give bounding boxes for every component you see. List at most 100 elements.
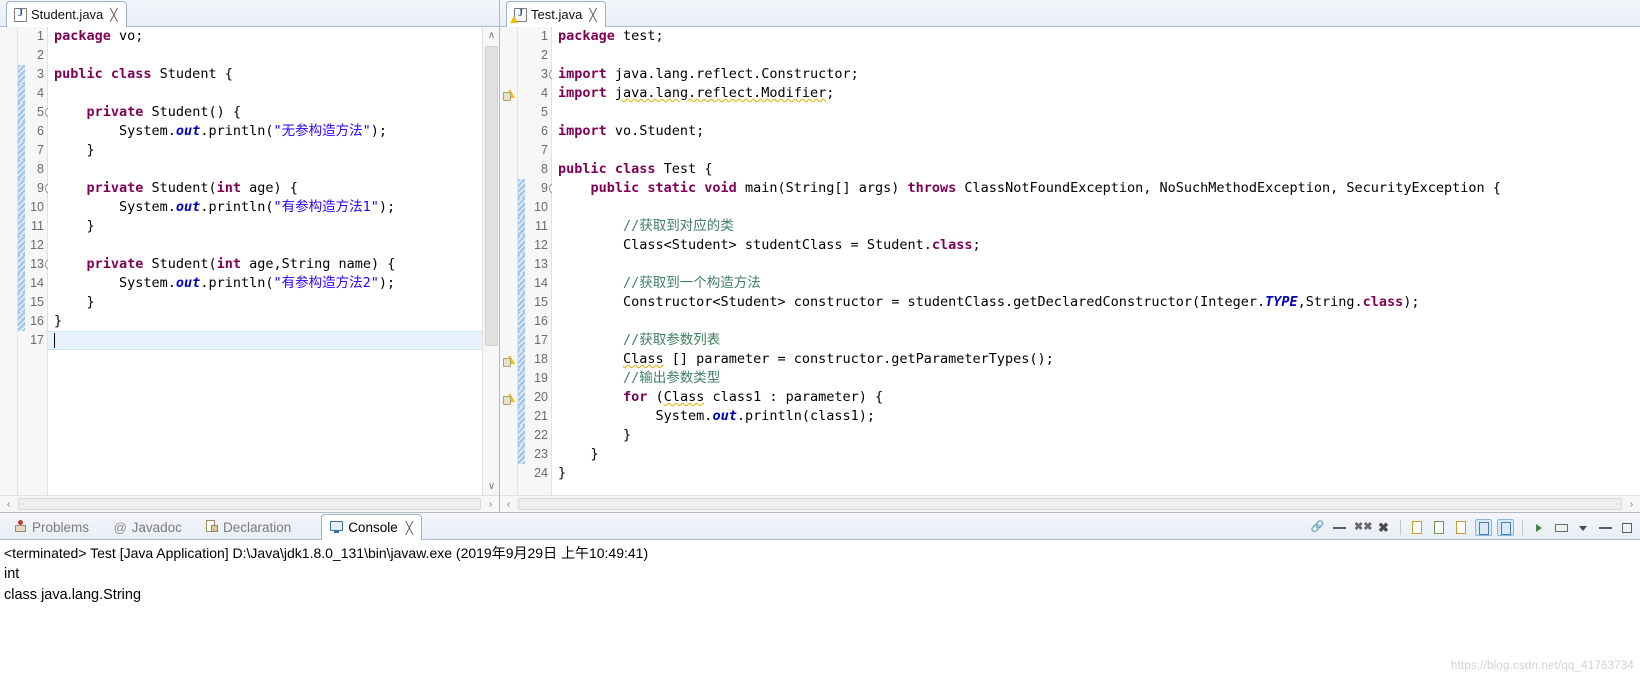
vertical-scrollbar-thumb[interactable]: [485, 46, 498, 346]
line-number: 2: [37, 48, 44, 62]
code-line[interactable]: [558, 103, 1640, 122]
code-line[interactable]: private Student() {: [54, 103, 482, 122]
code-line[interactable]: Constructor<Student> constructor = stude…: [558, 293, 1640, 312]
remove-all-icon[interactable]: ✖: [1375, 519, 1392, 536]
code-content-student[interactable]: package vo; public class Student { priva…: [48, 27, 482, 495]
close-icon[interactable]: ╳: [589, 8, 596, 22]
bottom-tab-declaration[interactable]: Declaration: [197, 515, 299, 540]
code-line[interactable]: //输出参数类型: [558, 369, 1640, 388]
close-icon[interactable]: ╳: [110, 8, 117, 22]
code-token: public class: [558, 161, 656, 177]
scroll-right-icon[interactable]: ›: [482, 496, 499, 513]
code-line[interactable]: [54, 84, 482, 103]
code-line[interactable]: for (Class class1 : parameter) {: [558, 388, 1640, 407]
horizontal-scrollbar-thumb[interactable]: [18, 498, 481, 510]
code-line[interactable]: }: [558, 445, 1640, 464]
scroll-right-icon[interactable]: ›: [1623, 496, 1640, 513]
marker-column-right[interactable]: [500, 27, 518, 495]
bottom-tab-console[interactable]: Console ╳: [321, 514, 422, 540]
change-indicator-bar: [18, 198, 25, 217]
code-token: ;: [972, 237, 981, 253]
code-line[interactable]: }: [54, 217, 482, 236]
maximize-view-icon[interactable]: [1619, 519, 1636, 536]
code-line[interactable]: }: [54, 141, 482, 160]
display-console-icon[interactable]: [1553, 519, 1570, 536]
scroll-left-icon[interactable]: ‹: [0, 496, 17, 513]
editor-tab-test-java[interactable]: Test.java ╳: [506, 1, 606, 27]
code-line[interactable]: private Student(int age) {: [54, 179, 482, 198]
code-line[interactable]: [54, 331, 482, 350]
code-line[interactable]: [558, 46, 1640, 65]
word-wrap-icon[interactable]: [1453, 519, 1470, 536]
horizontal-scrollbar-right[interactable]: ‹ ›: [500, 495, 1640, 512]
marker-column-left[interactable]: [0, 27, 18, 495]
code-token: );: [370, 123, 387, 139]
editor-body-student[interactable]: 1 2 3 4 5 6 7 8 9 10 11 12 13 14 15 16 17 package vo; pu…: [0, 27, 499, 495]
code-token: private: [86, 256, 144, 272]
scroll-up-icon[interactable]: ∧: [483, 27, 499, 44]
code-line[interactable]: }: [558, 464, 1640, 483]
open-console-icon[interactable]: [1531, 519, 1548, 536]
code-line[interactable]: [558, 141, 1640, 160]
editor-tab-student-java[interactable]: Student.java ╳: [6, 1, 127, 27]
menu-dropdown-icon[interactable]: [1575, 519, 1592, 536]
code-line[interactable]: public static void main(String[] args) t…: [558, 179, 1640, 198]
code-line[interactable]: import vo.Student;: [558, 122, 1640, 141]
code-line[interactable]: }: [558, 426, 1640, 445]
link-icon[interactable]: 🔗: [1309, 519, 1326, 536]
code-line[interactable]: [558, 312, 1640, 331]
code-line[interactable]: import java.lang.reflect.Modifier;: [558, 84, 1640, 103]
code-line[interactable]: [558, 255, 1640, 274]
change-indicator-bar: [18, 179, 25, 198]
code-line[interactable]: [54, 160, 482, 179]
code-line[interactable]: [54, 236, 482, 255]
code-line[interactable]: private Student(int age,String name) {: [54, 255, 482, 274]
horizontal-scrollbar-thumb[interactable]: [518, 498, 1622, 510]
vertical-scrollbar-left[interactable]: ∧ ∨: [482, 27, 499, 495]
code-line[interactable]: }: [54, 312, 482, 331]
terminate-icon[interactable]: [1331, 519, 1348, 536]
pin-console-icon[interactable]: [1497, 518, 1514, 536]
code-line[interactable]: System.out.println(class1);: [558, 407, 1640, 426]
code-content-test[interactable]: package test; import java.lang.reflect.C…: [552, 27, 1640, 495]
bottom-tab-problems[interactable]: Problems: [6, 515, 97, 540]
bottom-tab-javadoc[interactable]: @ Javadoc: [106, 515, 190, 540]
close-icon[interactable]: ╳: [406, 521, 413, 535]
code-token: class: [931, 237, 973, 253]
code-line[interactable]: System.out.println("无参构造方法");: [54, 122, 482, 141]
code-line[interactable]: public class Student {: [54, 65, 482, 84]
scroll-left-icon[interactable]: ‹: [500, 496, 517, 513]
code-line[interactable]: //获取到对应的类: [558, 217, 1640, 236]
code-line[interactable]: System.out.println("有参构造方法2");: [54, 274, 482, 293]
warning-marker-icon[interactable]: [503, 87, 516, 101]
code-line[interactable]: }: [54, 293, 482, 312]
java-file-icon: [14, 7, 27, 22]
warning-marker-icon[interactable]: [503, 391, 516, 405]
code-line[interactable]: Class [] parameter = constructor.getPara…: [558, 350, 1640, 369]
show-console-icon[interactable]: [1475, 518, 1492, 536]
line-number: 1: [37, 29, 44, 43]
code-line[interactable]: Class<Student> studentClass = Student.cl…: [558, 236, 1640, 255]
minimize-view-icon[interactable]: [1597, 519, 1614, 536]
code-line[interactable]: package vo;: [54, 27, 482, 46]
code-line[interactable]: package test;: [558, 27, 1640, 46]
clear-console-icon[interactable]: [1409, 519, 1426, 536]
scroll-lock-icon[interactable]: [1431, 519, 1448, 536]
warning-marker-icon[interactable]: [503, 353, 516, 367]
code-line[interactable]: public class Test {: [558, 160, 1640, 179]
code-line[interactable]: System.out.println("有参构造方法1");: [54, 198, 482, 217]
code-line[interactable]: import java.lang.reflect.Constructor;: [558, 65, 1640, 84]
remove-launch-icon[interactable]: ✖✖: [1353, 519, 1372, 536]
console-toolbar: 🔗 ✖✖ ✖: [1309, 516, 1636, 538]
console-output-area[interactable]: <terminated> Test [Java Application] D:\…: [0, 540, 1640, 674]
code-line[interactable]: //获取参数列表: [558, 331, 1640, 350]
change-indicator-bar: [518, 217, 525, 236]
code-line[interactable]: [54, 46, 482, 65]
code-line[interactable]: //获取到一个构造方法: [558, 274, 1640, 293]
declaration-icon: [205, 519, 218, 536]
horizontal-scrollbar-left[interactable]: ‹ ›: [0, 495, 499, 512]
scroll-down-icon[interactable]: ∨: [483, 478, 499, 495]
code-line[interactable]: [558, 198, 1640, 217]
editor-tab-label: Student.java: [31, 7, 104, 22]
editor-body-test[interactable]: 1 2 3 4 5 6 7 8 9 10 11 12 13 14 15 16 17 18 19 20 21 22 23 24 …: [500, 27, 1640, 495]
